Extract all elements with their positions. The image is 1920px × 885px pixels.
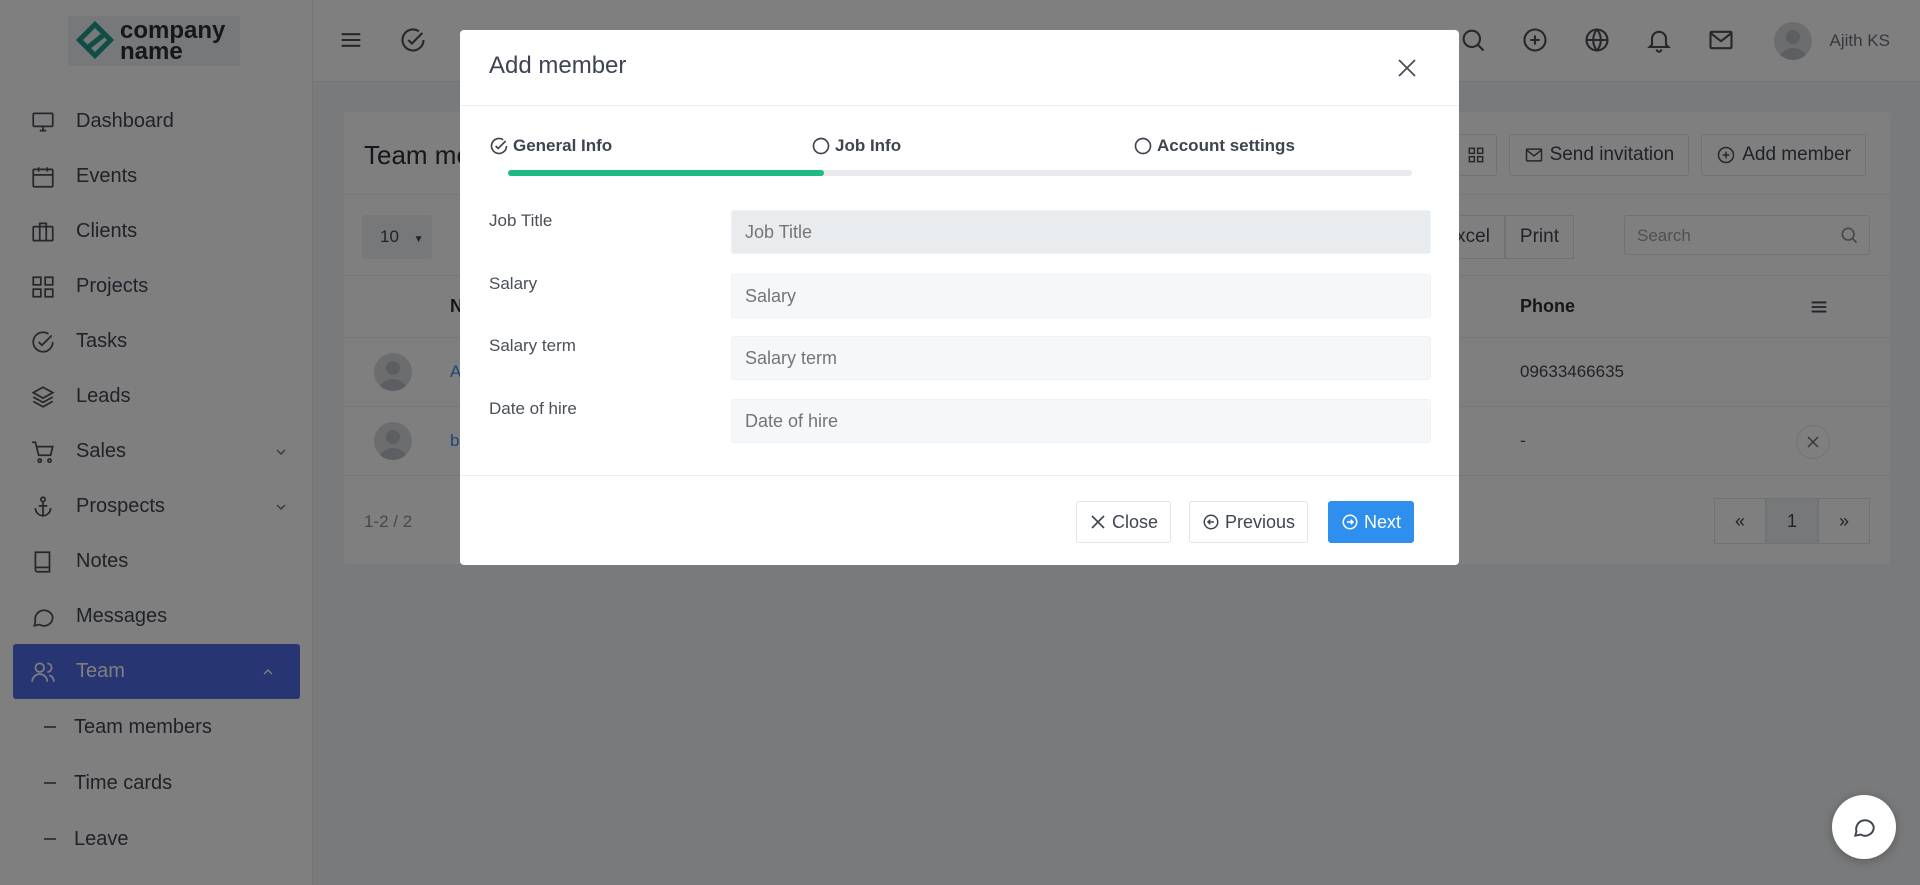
close-icon [1091,515,1105,529]
button-label: Close [1112,511,1159,532]
step-label: General Info [513,136,613,155]
chat-button[interactable] [1832,795,1896,859]
arrow-left-circle-icon [1203,514,1219,530]
date-of-hire-input[interactable] [731,399,1431,443]
circle-icon [812,137,830,155]
message-icon [1854,819,1875,837]
wizard-step-job-info[interactable]: Job Info [811,136,901,156]
arrow-right-circle-icon [1342,514,1358,530]
modal-title: Add member [489,52,627,79]
job-title-label: Job Title [489,211,553,230]
button-label: Next [1364,511,1402,532]
add-member-modal: Add member General Info Job Info Account… [460,30,1459,565]
circle-icon [1134,137,1152,155]
next-button[interactable]: Next [1328,501,1415,543]
salary-label: Salary [489,274,538,293]
wizard-step-account-settings[interactable]: Account settings [1133,136,1295,156]
button-label: Previous [1225,511,1296,532]
step-label: Job Info [835,136,902,155]
wizard-step-general-info[interactable]: General Info [489,136,612,156]
step-label: Account settings [1157,136,1295,155]
date-of-hire-label: Date of hire [489,399,577,418]
previous-button[interactable]: Previous [1189,501,1309,543]
salary-term-input[interactable] [731,336,1431,380]
check-circle-icon [490,137,508,155]
salary-input[interactable] [731,274,1431,318]
modal-footer: Close Previous Next [460,475,1459,565]
salary-term-label: Salary term [489,336,576,355]
modal-header: Add member [460,30,1459,106]
wizard-progress-bar [508,170,1412,176]
job-title-input[interactable] [731,210,1431,254]
close-icon[interactable] [1395,56,1419,80]
wizard-progress-fill [508,170,825,176]
close-button[interactable]: Close [1076,501,1172,543]
